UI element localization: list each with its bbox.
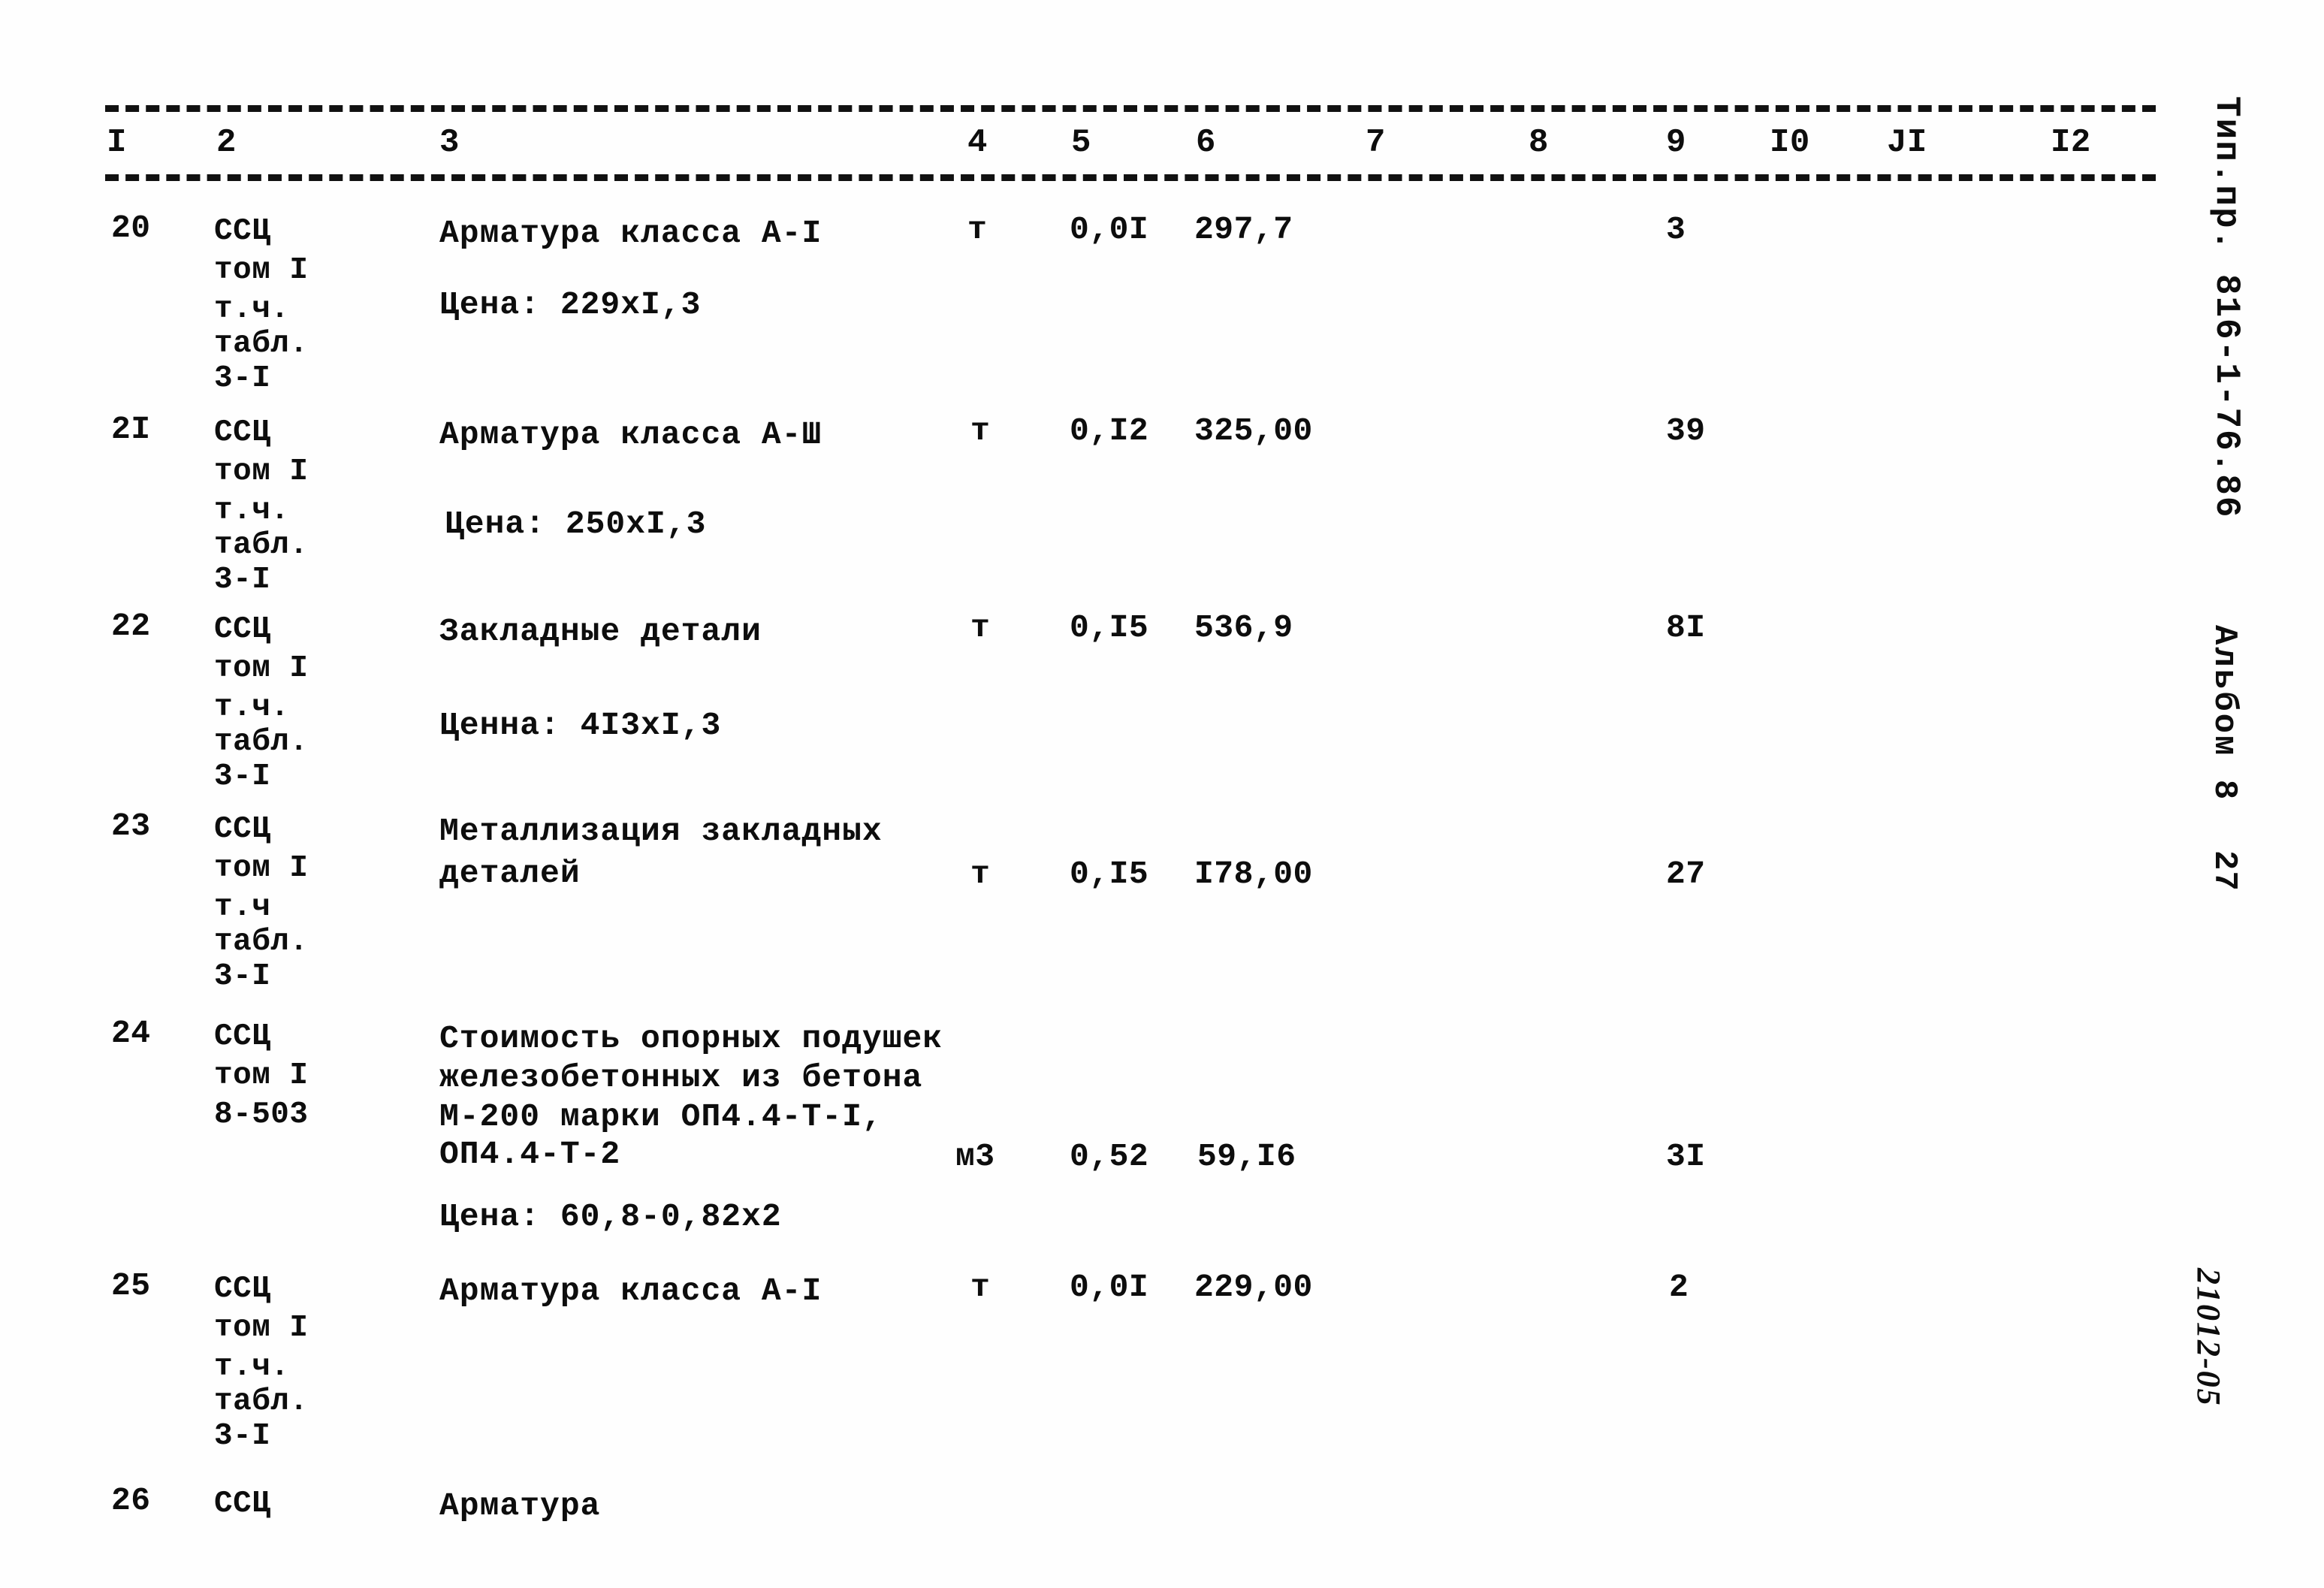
column-header-7: 7	[1366, 124, 1386, 162]
row-unit-price: I78,00	[1194, 856, 1313, 892]
row-col9: 3	[1666, 211, 1686, 248]
row-reference-3: табл.	[214, 725, 309, 759]
row-unit-price: 325,00	[1194, 412, 1313, 449]
row-reference-4: 3-I	[214, 1419, 271, 1454]
column-header-10: I0	[1770, 124, 1810, 162]
row-reference-0: ССЦ	[214, 1487, 271, 1521]
row-description-0: Закладные детали	[439, 613, 762, 650]
row-price-note: Цена: 60,8-0,82x2	[439, 1198, 782, 1235]
column-header-11: JI	[1887, 124, 1927, 162]
row-reference-2: т.ч.	[214, 292, 290, 327]
album-stamp: Альбом 8	[2205, 625, 2243, 802]
row-unit: т	[967, 211, 988, 248]
row-reference-4: 3-I	[214, 959, 271, 994]
row-reference-2: т.ч	[214, 890, 271, 925]
table-header-bottom-rule	[105, 174, 2156, 181]
row-reference-1: том I	[214, 651, 309, 686]
row-price-note: Цена: 229xI,3	[439, 286, 702, 323]
row-reference-0: ССЦ	[214, 812, 271, 847]
row-reference-1: том I	[214, 1311, 309, 1345]
row-col9: 3I	[1666, 1138, 1706, 1175]
row-reference-3: табл.	[214, 925, 309, 959]
column-header-9: 9	[1666, 124, 1686, 162]
row-reference-2: т.ч.	[214, 690, 290, 725]
row-reference-0: ССЦ	[214, 612, 271, 647]
row-reference-0: ССЦ	[214, 415, 271, 450]
row-description-0: Арматура класса А-I	[439, 1273, 822, 1309]
row-col9: 8I	[1666, 609, 1706, 646]
column-header-6: 6	[1196, 124, 1216, 162]
row-quantity: 0,I5	[1070, 609, 1149, 646]
row-number: 26	[111, 1482, 151, 1519]
page-number-stamp: 27	[2205, 850, 2243, 892]
row-unit-price: 59,I6	[1197, 1138, 1296, 1175]
row-description-0: Арматура	[439, 1487, 601, 1524]
row-number: 20	[111, 210, 151, 246]
column-header-1: I	[107, 124, 127, 162]
row-description-0: Арматура класса А-I	[439, 215, 822, 252]
project-stamp: Тип.пр. 816-1-76.86	[2207, 96, 2246, 519]
row-description-1: деталей	[439, 855, 581, 892]
row-reference-2: т.ч.	[214, 494, 290, 528]
document-code-stamp: 21012-05	[2190, 1268, 2227, 1407]
row-unit: т	[970, 856, 991, 892]
row-reference-2: т.ч.	[214, 1350, 290, 1384]
row-number: 2I	[111, 411, 151, 448]
row-price-note: Ценна: 4I3xI,3	[439, 707, 722, 744]
row-reference-0: ССЦ	[214, 1272, 271, 1306]
row-description-2: М-200 марки ОП4.4-Т-I,	[439, 1098, 883, 1135]
row-description-0: Металлизация закладных	[439, 813, 883, 850]
row-col9: 2	[1669, 1269, 1689, 1306]
row-number: 24	[111, 1015, 151, 1052]
row-quantity: 0,52	[1070, 1138, 1149, 1175]
row-unit-price: 297,7	[1194, 211, 1293, 248]
row-reference-1: том I	[214, 851, 309, 886]
row-quantity: 0,0I	[1070, 211, 1149, 248]
row-reference-0: ССЦ	[214, 214, 271, 249]
column-header-4: 4	[967, 124, 988, 162]
row-reference-4: 3-I	[214, 759, 271, 794]
row-reference-3: табл.	[214, 528, 309, 563]
row-quantity: 0,0I	[1070, 1269, 1149, 1306]
row-unit: т	[970, 1269, 991, 1306]
row-number: 22	[111, 608, 151, 645]
scanned-document-page: I 2 3 4 5 6 7 8 9 I0 JI I2 20 ССЦ том I …	[0, 0, 2324, 1588]
row-reference-0: ССЦ	[214, 1019, 271, 1054]
row-reference-3: табл.	[214, 1384, 309, 1419]
row-unit-price: 536,9	[1194, 609, 1293, 646]
row-reference-4: 3-I	[214, 361, 271, 396]
row-quantity: 0,I5	[1070, 856, 1149, 892]
row-description-1: железобетонных из бетона	[439, 1059, 923, 1096]
row-reference-2: 8-503	[214, 1097, 309, 1132]
row-reference-4: 3-I	[214, 563, 271, 597]
row-description-3: ОП4.4-Т-2	[439, 1136, 621, 1173]
column-header-2: 2	[216, 124, 237, 162]
row-col9: 27	[1666, 856, 1706, 892]
column-header-12: I2	[2051, 124, 2091, 162]
row-unit-price: 229,00	[1194, 1269, 1313, 1306]
row-description-0: Арматура класса А-Ш	[439, 416, 822, 453]
row-unit: т	[970, 412, 991, 449]
row-quantity: 0,I2	[1070, 412, 1149, 449]
row-number: 25	[111, 1267, 151, 1304]
column-header-3: 3	[439, 124, 460, 162]
row-number: 23	[111, 808, 151, 844]
table-top-rule	[105, 105, 2156, 112]
row-price-note: Цена: 250xI,3	[445, 506, 707, 542]
row-unit: т	[970, 609, 991, 646]
row-col9: 39	[1666, 412, 1706, 449]
row-unit: м3	[955, 1138, 995, 1175]
column-header-8: 8	[1529, 124, 1549, 162]
row-reference-3: табл.	[214, 327, 309, 361]
row-reference-1: том I	[214, 253, 309, 288]
column-header-5: 5	[1071, 124, 1091, 162]
row-reference-1: том I	[214, 1058, 309, 1093]
row-description-0: Стоимость опорных подушек	[439, 1020, 943, 1057]
row-reference-1: том I	[214, 454, 309, 489]
